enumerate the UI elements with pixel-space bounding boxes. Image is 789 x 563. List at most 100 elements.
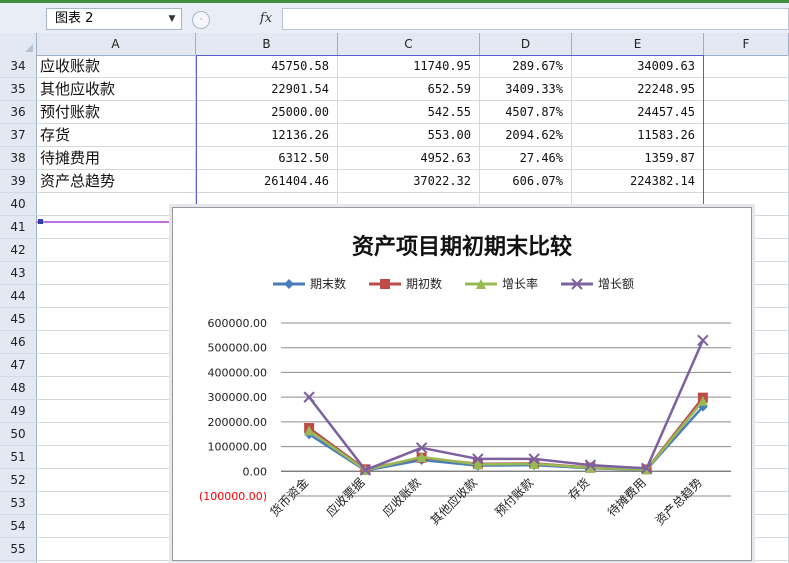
column-header-row: ABCDEF (0, 33, 789, 56)
row-header[interactable]: 36 (0, 101, 37, 123)
column-header-a[interactable]: A (36, 33, 196, 55)
cell[interactable]: 24457.45 (572, 101, 704, 123)
row-header[interactable]: 55 (0, 538, 37, 560)
cell[interactable]: 37022.32 (338, 170, 480, 192)
row-header[interactable]: 40 (0, 193, 37, 215)
cell[interactable]: 542.55 (338, 101, 480, 123)
table-row: 39 资产总趋势 261404.46 37022.32 606.07% 224382.14 (0, 170, 789, 193)
cell[interactable]: 606.07% (480, 170, 572, 192)
x-tick-label: 待摊费用 (605, 476, 649, 520)
legend-marker (380, 279, 390, 289)
formula-expand-icon[interactable]: · (192, 11, 210, 29)
row-header[interactable]: 34 (0, 55, 37, 77)
cell[interactable]: 224382.14 (572, 170, 704, 192)
chart-canvas: 资产项目期初期末比较期末数 期初数 增长率 增长额 (100000.00) 0.00 100… (199, 234, 731, 528)
cell[interactable] (704, 170, 789, 192)
row-header[interactable]: 37 (0, 124, 37, 146)
x-tick-label: 货币资金 (267, 475, 312, 520)
x-tick-label: 其他应收款 (427, 475, 480, 528)
chevron-down-icon[interactable]: ▼ (165, 9, 179, 29)
cell[interactable]: 待摊费用 (36, 147, 196, 169)
table-row: 34 应收账款 45750.58 11740.95 289.67% 34009.63 (0, 55, 789, 78)
table-row: 36 预付账款 25000.00 542.55 4507.87% 24457.45 (0, 101, 789, 124)
resize-handle[interactable] (38, 219, 43, 224)
cell[interactable]: 存货 (36, 124, 196, 146)
legend-label: 期初数 (406, 276, 442, 291)
cell[interactable] (704, 147, 789, 169)
cell[interactable]: 预付账款 (36, 101, 196, 123)
x-tick-label: 存货 (565, 475, 593, 503)
x-tick-label: 资产总趋势 (653, 476, 705, 528)
row-header[interactable]: 49 (0, 400, 37, 422)
cell[interactable]: 553.00 (338, 124, 480, 146)
row-header[interactable]: 42 (0, 239, 37, 261)
select-all-corner[interactable] (0, 33, 37, 55)
table-row: 35 其他应收款 22901.54 652.59 3409.33% 22248.95 (0, 78, 789, 101)
cell[interactable] (704, 124, 789, 146)
row-header[interactable]: 45 (0, 308, 37, 330)
row-header[interactable]: 47 (0, 354, 37, 376)
row-header[interactable]: 44 (0, 285, 37, 307)
formula-input[interactable] (282, 8, 789, 30)
insert-function-button[interactable]: fx (254, 9, 278, 29)
cell[interactable]: 45750.58 (196, 55, 338, 77)
x-tick-label: 应收票据 (323, 475, 368, 520)
cell[interactable]: 27.46% (480, 147, 572, 169)
row-header[interactable]: 35 (0, 78, 37, 100)
table-row: 38 待摊费用 6312.50 4952.63 27.46% 1359.87 (0, 147, 789, 170)
column-header-c[interactable]: C (338, 33, 480, 55)
column-header-e[interactable]: E (572, 33, 704, 55)
row-header[interactable]: 39 (0, 170, 37, 192)
cell[interactable]: 22901.54 (196, 78, 338, 100)
cell[interactable]: 652.59 (338, 78, 480, 100)
cell[interactable]: 11740.95 (338, 55, 480, 77)
y-tick-label: 100000.00 (208, 441, 268, 454)
cell[interactable]: 资产总趋势 (36, 170, 196, 192)
cell[interactable] (704, 101, 789, 123)
cell[interactable]: 22248.95 (572, 78, 704, 100)
cell[interactable]: 3409.33% (480, 78, 572, 100)
legend-label: 期末数 (310, 276, 346, 291)
cell[interactable] (704, 55, 789, 77)
worksheet: ABCDEF 34 应收账款 45750.58 11740.95 289.67% 3400… (0, 33, 789, 563)
row-header[interactable]: 46 (0, 331, 37, 353)
row-header[interactable]: 51 (0, 446, 37, 468)
series-line (308, 405, 704, 472)
triangle-icon (25, 44, 33, 52)
y-tick-label: 300000.00 (208, 391, 268, 404)
cell[interactable]: 11583.26 (572, 124, 704, 146)
line-chart[interactable]: 资产项目期初期末比较 期末数 期初数 增长率 增长额 (100000.00) 0.00 100… (172, 207, 752, 561)
cell[interactable]: 应收账款 (36, 55, 196, 77)
column-header-d[interactable]: D (480, 33, 572, 55)
row-header[interactable]: 43 (0, 262, 37, 284)
cell[interactable] (704, 78, 789, 100)
row-header[interactable]: 53 (0, 492, 37, 514)
row-header[interactable]: 54 (0, 515, 37, 537)
row-header[interactable]: 38 (0, 147, 37, 169)
name-box[interactable]: 图表 2 ▼ (46, 8, 182, 30)
row-header[interactable]: 48 (0, 377, 37, 399)
name-box-value: 图表 2 (55, 11, 94, 26)
cell[interactable]: 261404.46 (196, 170, 338, 192)
cell[interactable]: 12136.26 (196, 124, 338, 146)
column-header-b[interactable]: B (196, 33, 338, 55)
legend-label: 增长率 (502, 276, 538, 291)
column-header-f[interactable]: F (704, 33, 789, 55)
table-row: 37 存货 12136.26 553.00 2094.62% 11583.26 (0, 124, 789, 147)
y-tick-label: 400000.00 (208, 366, 268, 379)
y-tick-label: 600000.00 (208, 317, 268, 330)
cell[interactable]: 其他应收款 (36, 78, 196, 100)
row-header[interactable]: 52 (0, 469, 37, 491)
chart-title: 资产项目期初期末比较 (352, 234, 572, 260)
cell[interactable]: 4507.87% (480, 101, 572, 123)
cell[interactable]: 34009.63 (572, 55, 704, 77)
cell[interactable]: 1359.87 (572, 147, 704, 169)
cell[interactable]: 289.67% (480, 55, 572, 77)
cell[interactable]: 2094.62% (480, 124, 572, 146)
cell[interactable]: 6312.50 (196, 147, 338, 169)
row-header[interactable]: 41 (0, 216, 37, 238)
cell[interactable]: 4952.63 (338, 147, 480, 169)
row-header[interactable]: 50 (0, 423, 37, 445)
cell[interactable]: 25000.00 (196, 101, 338, 123)
legend-marker (284, 279, 294, 289)
